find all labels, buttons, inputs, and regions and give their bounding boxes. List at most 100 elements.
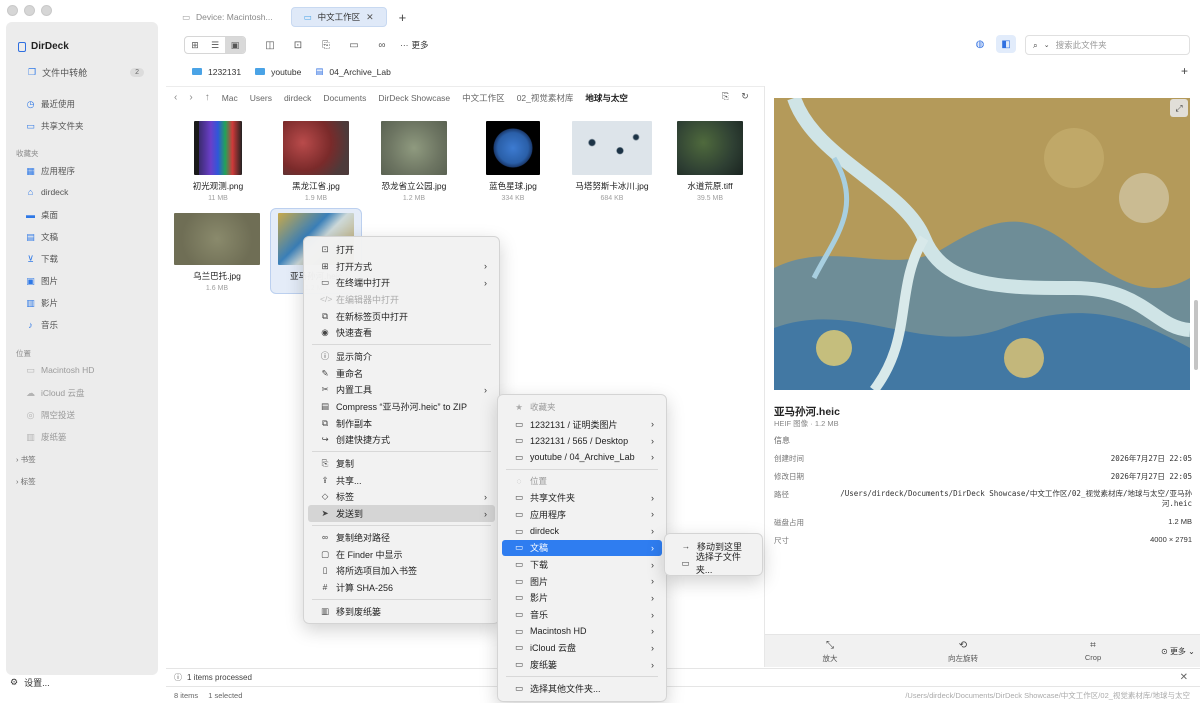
menu-item[interactable]: ▭ 共享文件夹 › (502, 489, 662, 506)
preview-scrollbar[interactable] (1194, 300, 1198, 370)
close-window-button[interactable] (7, 5, 18, 16)
menu-item[interactable]: ⎘ 复制 (308, 455, 495, 472)
settings-button[interactable]: ⚙ 设置... (10, 676, 50, 689)
zoom-window-button[interactable] (41, 5, 52, 16)
more-button[interactable]: ··· 更多 (400, 39, 429, 51)
file-item[interactable]: 马塔努斯卡冰川.jpg 684 KB (566, 121, 658, 202)
breadcrumb-item[interactable]: 02_视觉素材库 (517, 92, 574, 104)
breadcrumb-item[interactable]: Mac (222, 93, 238, 103)
breadcrumb-item[interactable]: dirdeck (284, 93, 311, 103)
menu-item[interactable]: ▭ youtube / 04_Archive_Lab › (502, 449, 662, 466)
menu-item[interactable]: # 计算 SHA-256 (308, 579, 495, 596)
new-tab-button[interactable]: + (399, 10, 407, 25)
sidebar-item-pictures[interactable]: ▣ 图片 (26, 275, 58, 287)
menu-item[interactable]: ▭ 应用程序 › (502, 506, 662, 523)
sidebar-item-airdrop[interactable]: ◎ 隔空投送 (26, 409, 75, 421)
bookmark-item[interactable]: youtube (255, 67, 301, 77)
menu-item[interactable]: ▭ 1232131 / 565 / Desktop › (502, 432, 662, 449)
menu-item[interactable]: ▭ 文稿 › (502, 539, 662, 557)
sidebar-item-macintosh-hd[interactable]: ▭ Macintosh HD (26, 365, 94, 375)
terminal-icon[interactable]: ▭ (344, 37, 364, 53)
file-item[interactable]: 乌兰巴托.jpg 1.6 MB (171, 213, 263, 292)
sidebar-item-downloads[interactable]: ⊻ 下载 (26, 253, 58, 265)
sidebar-item-transfer[interactable]: ❒ 文件中转舱 2 (28, 66, 144, 79)
file-item[interactable]: 黑龙江省.jpg 1.9 MB (270, 121, 362, 202)
menu-item[interactable]: ✎ 重命名 (308, 365, 495, 382)
file-item[interactable]: 蓝色星球.jpg 334 KB (467, 121, 559, 202)
menu-item[interactable]: ▭ Macintosh HD › (502, 623, 662, 640)
menu-item[interactable]: ↪ 创建快捷方式 (308, 432, 495, 449)
bookmarks-section-toggle[interactable]: › 书签 (16, 454, 36, 465)
breadcrumb-item[interactable]: DirDeck Showcase (378, 93, 450, 103)
rotate-left-button[interactable]: ⟲ 向左旋转 (933, 640, 993, 664)
sidebar-item-documents[interactable]: ▤ 文稿 (26, 231, 58, 243)
menu-item[interactable]: ▭ 选择子文件夹... (669, 552, 758, 575)
tab-workspace[interactable]: ▭ 中文工作区 ✕ (290, 7, 387, 27)
menu-item[interactable]: ⊡ 打开 (308, 241, 495, 258)
up-button[interactable]: ↑ (205, 92, 210, 103)
menu-item[interactable]: ▭ 在终端中打开 › (308, 274, 495, 291)
file-item[interactable]: 恐龙省立公园.jpg 1.2 MB (368, 121, 460, 202)
fullscreen-icon[interactable]: ⤢ (1170, 99, 1188, 117)
preview-more-button[interactable]: ⊙ 更多 ⌄ (1161, 646, 1195, 657)
breadcrumb-item[interactable]: 中文工作区 (462, 92, 505, 104)
menu-item[interactable]: ◉ 快速查看 (308, 324, 495, 341)
menu-item[interactable]: ▭ 影片 › (502, 590, 662, 607)
copy-path-icon[interactable]: ⎘ (722, 91, 729, 102)
file-item[interactable]: 水道荒原.tiff 39.5 MB (664, 121, 756, 202)
grid-view-icon[interactable]: ⊞ (185, 37, 205, 53)
close-tab-icon[interactable]: ✕ (366, 12, 374, 23)
menu-item[interactable]: ▭ 音乐 › (502, 606, 662, 623)
tags-section-toggle[interactable]: › 标签 (16, 476, 36, 487)
breadcrumb-item[interactable]: Users (250, 93, 272, 103)
menu-item[interactable]: ⧉ 在新标签页中打开 (308, 308, 495, 325)
menu-item[interactable]: ▯ 将所选项目加入书签 (308, 562, 495, 579)
new-folder-icon[interactable]: ⊡ (288, 37, 308, 53)
breadcrumb-current[interactable]: 地球与太空 (585, 92, 628, 104)
menu-item[interactable]: ◇ 标签 › (308, 489, 495, 506)
menu-item[interactable]: ∞ 复制绝对路径 (308, 529, 495, 546)
globe-icon[interactable]: ◍ (970, 35, 990, 53)
menu-item[interactable]: ▭ 1232131 / 证明类图片 › (502, 416, 662, 433)
menu-item[interactable]: ▢ 在 Finder 中显示 (308, 546, 495, 563)
menu-item[interactable]: ▭ dirdeck › (502, 523, 662, 540)
sidebar-item-recent[interactable]: ◷ 最近使用 (26, 98, 75, 110)
sidebar-item-trash[interactable]: ▥ 废纸篓 (26, 431, 66, 443)
gallery-view-icon[interactable]: ▣ (225, 37, 245, 53)
menu-item[interactable]: ✂ 内置工具 › (308, 382, 495, 399)
breadcrumb-item[interactable]: Documents (323, 93, 366, 103)
menu-item[interactable]: ▭ iCloud 云盘 › (502, 640, 662, 657)
refresh-icon[interactable]: ↻ (741, 91, 749, 102)
new-file-icon[interactable]: ⎘ (316, 37, 336, 53)
bookmark-item[interactable]: 1232131 (192, 67, 241, 77)
bookmark-item[interactable]: ▤ 04_Archive_Lab (315, 66, 390, 77)
zoom-button[interactable]: ⤡ 放大 (800, 640, 860, 664)
sidebar-item-icloud[interactable]: ☁ iCloud 云盘 (26, 387, 84, 399)
list-view-icon[interactable]: ☰ (205, 37, 225, 53)
menu-item[interactable]: ▤ Compress “亚马孙河.heic” to ZIP (308, 398, 495, 415)
pane-divider[interactable] (764, 86, 765, 667)
menu-item[interactable]: ➤ 发送到 › (308, 505, 495, 522)
split-pane-icon[interactable]: ◫ (260, 37, 280, 53)
search-scope-chevron-icon[interactable]: ⌄ (1044, 41, 1050, 49)
sidebar-item-music[interactable]: ♪ 音乐 (26, 319, 58, 331)
link-icon[interactable]: ∞ (372, 37, 392, 53)
menu-item[interactable]: ▭ 选择其他文件夹... (502, 680, 662, 697)
menu-item[interactable]: ⊞ 打开方式 › (308, 258, 495, 275)
menu-item[interactable]: ▥ 移到废纸篓 (308, 603, 495, 620)
tab-device[interactable]: ▭ Device: Macintosh... (170, 7, 285, 27)
menu-item[interactable]: ⇪ 共享... (308, 472, 495, 489)
search-input[interactable]: ⌕ ⌄ 搜索此文件夹 (1025, 35, 1190, 55)
crop-button[interactable]: ⌗ Crop (1063, 640, 1123, 662)
menu-item[interactable]: ⓘ 显示简介 (308, 348, 495, 365)
sidebar-item-apps[interactable]: ▦ 应用程序 (26, 165, 75, 177)
file-item[interactable]: 初光观测.png 11 MB (172, 121, 264, 202)
menu-item[interactable]: ⧉ 制作副本 (308, 415, 495, 432)
sidebar-item-dirdeck[interactable]: ⌂ dirdeck (26, 187, 69, 197)
add-bookmark-button[interactable]: + (1181, 64, 1188, 78)
menu-item[interactable]: ▭ 图片 › (502, 573, 662, 590)
forward-button[interactable]: › (189, 92, 192, 103)
back-button[interactable]: ‹ (174, 92, 177, 103)
panel-toggle-icon[interactable]: ◧ (996, 35, 1016, 53)
sidebar-item-desktop[interactable]: ▬ 桌面 (26, 209, 58, 221)
